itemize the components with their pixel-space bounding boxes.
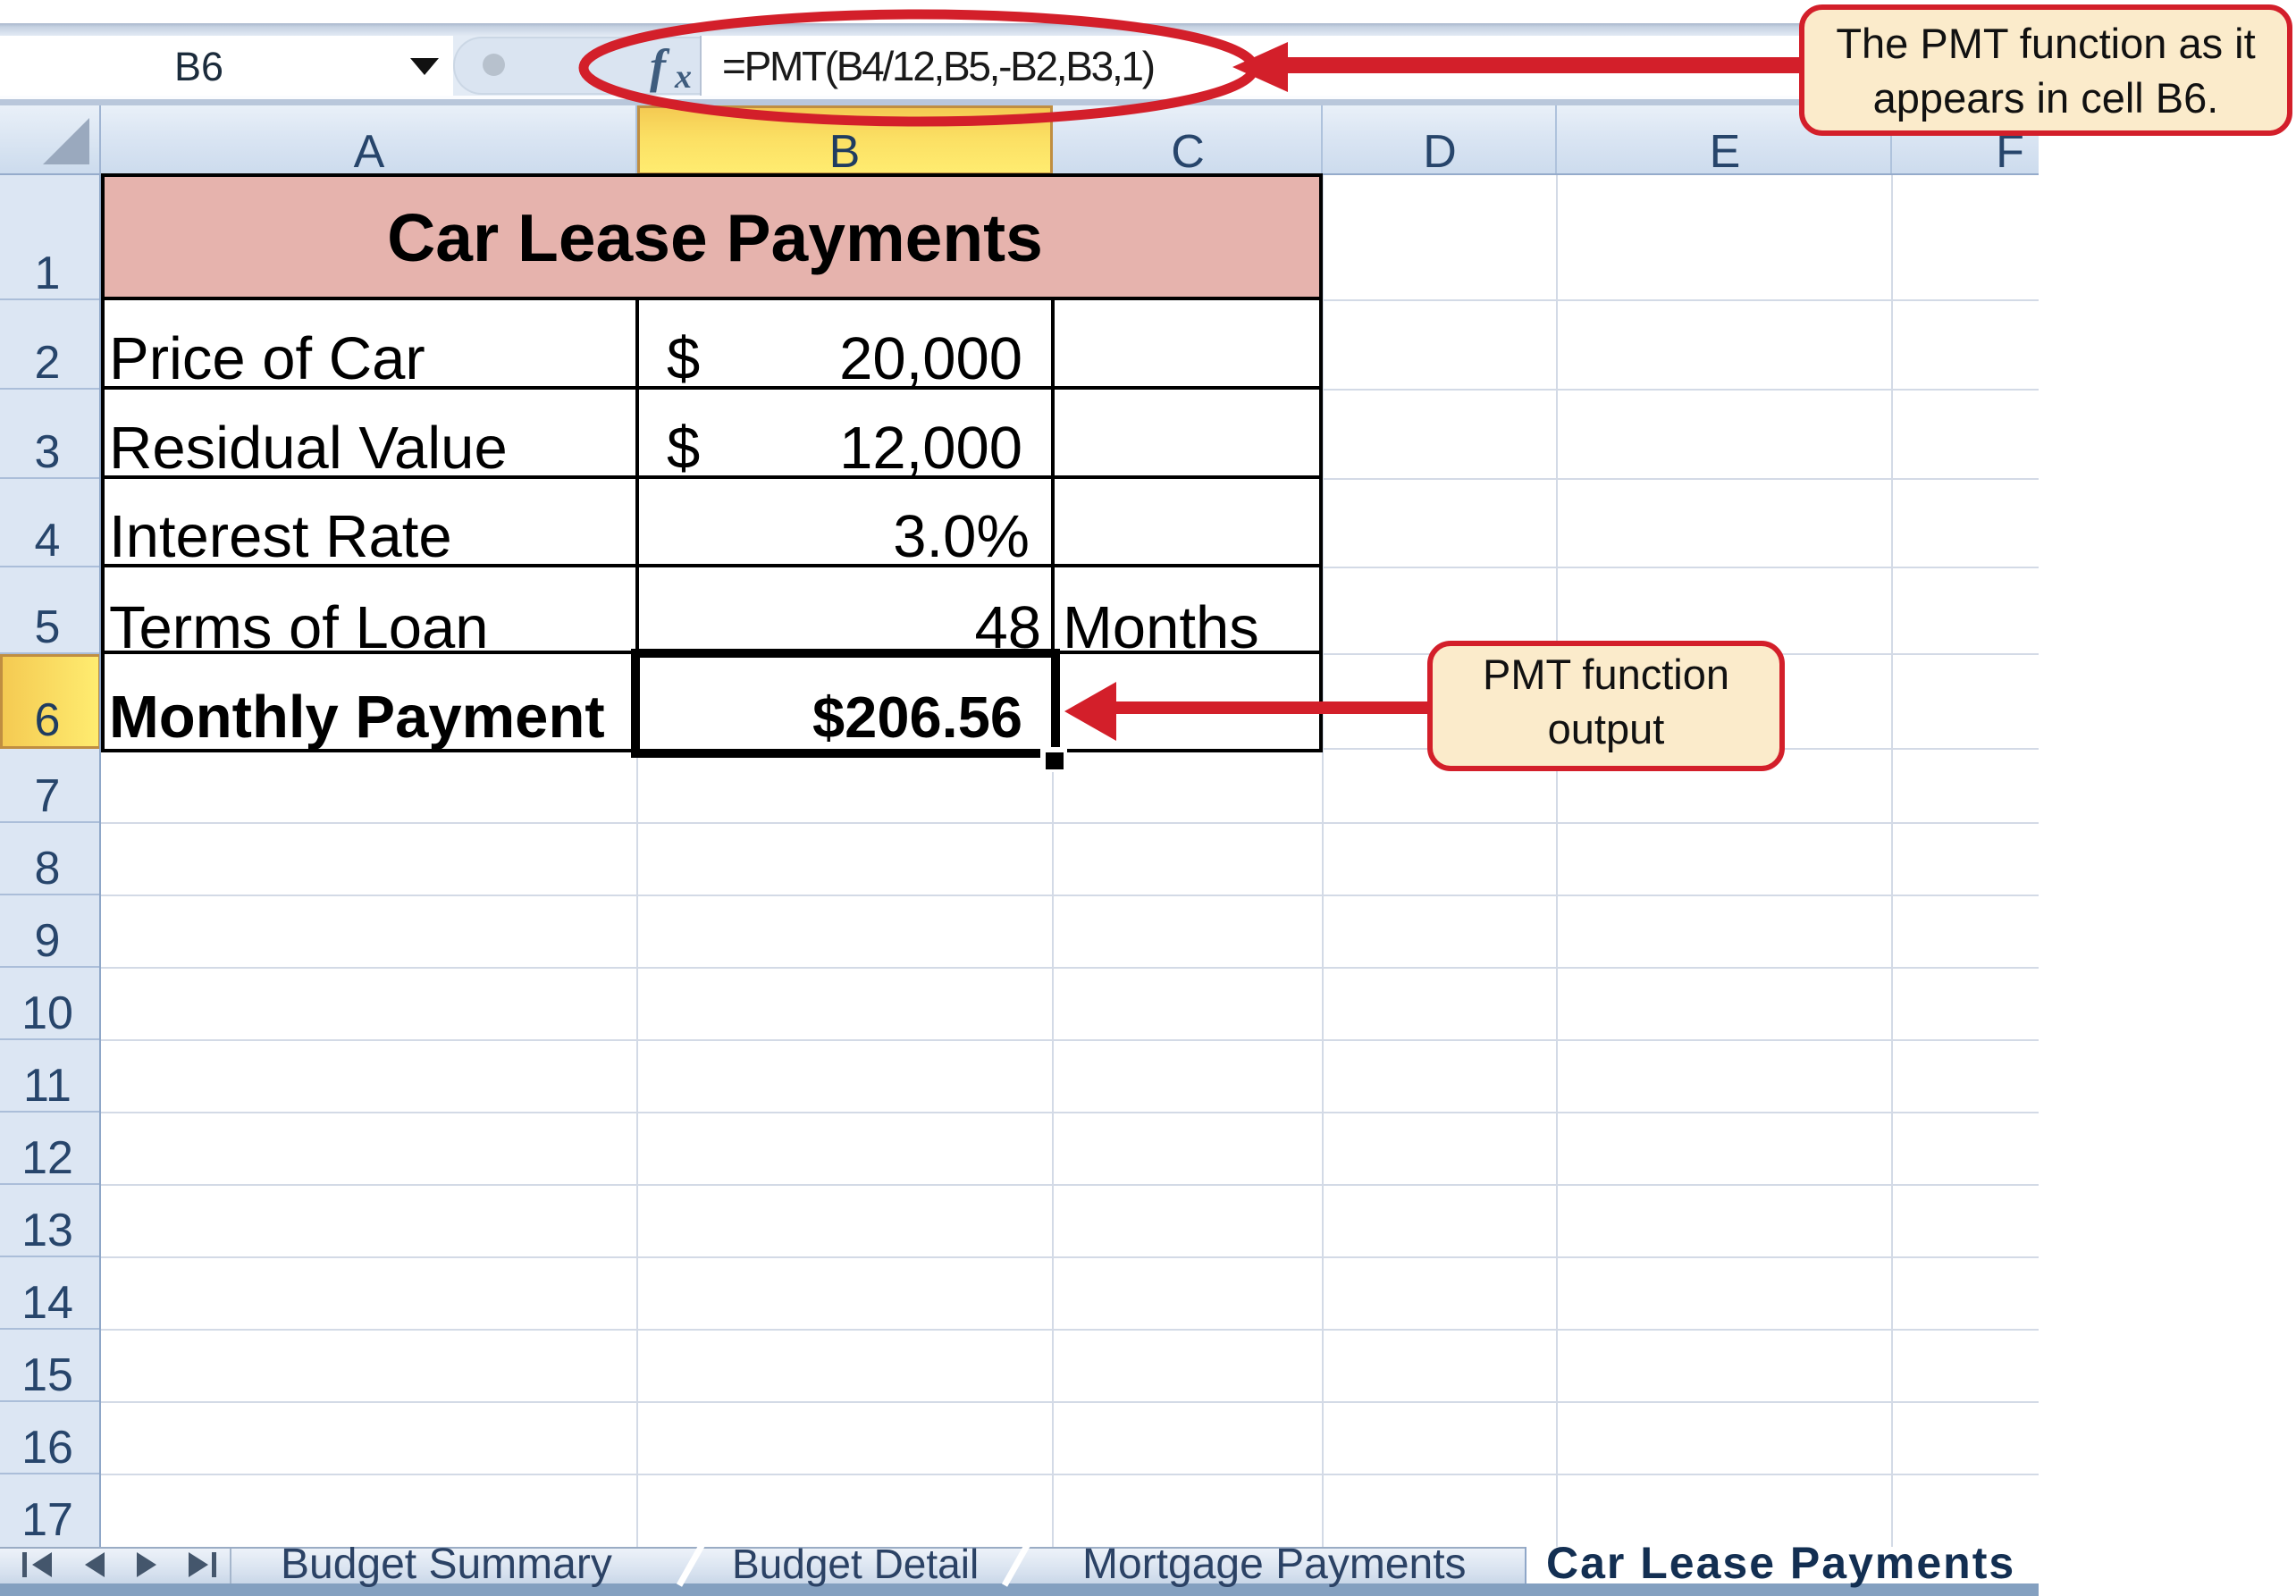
- svg-text:12,000: 12,000: [839, 415, 1022, 482]
- svg-text:Interest Rate: Interest Rate: [109, 503, 452, 570]
- svg-text:Price of Car: Price of Car: [109, 325, 425, 392]
- svg-text:x: x: [674, 58, 692, 96]
- svg-text:C: C: [1171, 126, 1205, 178]
- svg-text:Terms of Loan: Terms of Loan: [109, 594, 489, 661]
- svg-text:$: $: [667, 415, 700, 482]
- svg-text:Monthly Payment: Monthly Payment: [109, 684, 605, 751]
- svg-text:Budget Detail: Budget Detail: [732, 1541, 979, 1587]
- svg-text:9: 9: [35, 915, 61, 967]
- svg-text:4: 4: [35, 515, 61, 567]
- svg-text:10: 10: [21, 987, 73, 1039]
- svg-text:13: 13: [21, 1205, 73, 1256]
- svg-text:Residual Value: Residual Value: [109, 415, 508, 482]
- svg-text:f: f: [650, 39, 670, 93]
- svg-text:A: A: [354, 126, 385, 178]
- svg-text:16: 16: [21, 1422, 73, 1474]
- svg-text:15: 15: [21, 1349, 73, 1401]
- svg-text:B: B: [829, 126, 861, 178]
- svg-text:3.0%: 3.0%: [893, 503, 1030, 570]
- svg-text:6: 6: [35, 694, 61, 746]
- svg-text:1: 1: [35, 248, 61, 299]
- svg-text:3: 3: [35, 426, 61, 478]
- svg-text:2: 2: [35, 337, 61, 389]
- svg-text:Mortgage Payments: Mortgage Payments: [1082, 1541, 1467, 1588]
- svg-text:48: 48: [974, 594, 1041, 661]
- svg-text:12: 12: [21, 1132, 73, 1184]
- svg-text:Budget Summary: Budget Summary: [281, 1541, 612, 1588]
- svg-text:$: $: [667, 325, 700, 392]
- svg-text:14: 14: [21, 1277, 73, 1329]
- svg-text:Car Lease Payments: Car Lease Payments: [387, 200, 1043, 275]
- svg-text:$206.56: $206.56: [812, 685, 1022, 750]
- svg-text:E: E: [1710, 126, 1741, 178]
- svg-text:20,000: 20,000: [839, 325, 1022, 392]
- svg-text:D: D: [1423, 126, 1457, 178]
- svg-text:17: 17: [21, 1494, 73, 1546]
- svg-text:5: 5: [35, 601, 61, 653]
- svg-text:Car Lease Payments: Car Lease Payments: [1546, 1538, 2015, 1588]
- svg-text:8: 8: [35, 843, 61, 895]
- svg-text:=PMT(B4/12,B5,-B2,B3,1): =PMT(B4/12,B5,-B2,B3,1): [722, 43, 1154, 89]
- svg-text:7: 7: [35, 770, 61, 822]
- svg-text:B6: B6: [174, 44, 223, 89]
- svg-text:Months: Months: [1063, 594, 1259, 661]
- svg-text:11: 11: [23, 1060, 71, 1112]
